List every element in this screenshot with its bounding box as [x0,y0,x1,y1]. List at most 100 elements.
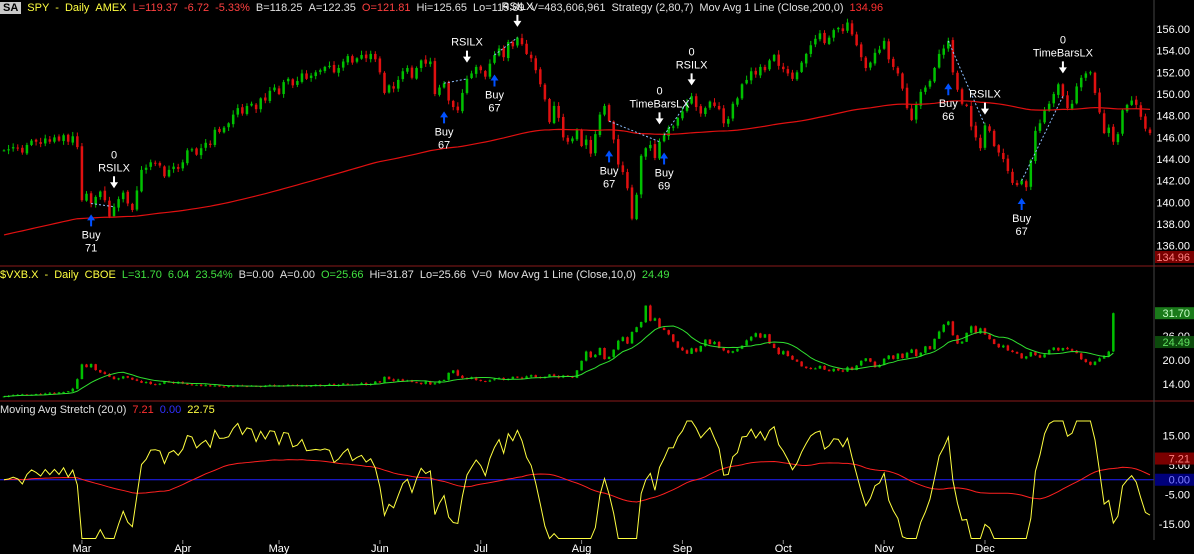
spy-candle [94,196,97,205]
vix-candle [158,383,162,385]
price-tick-label: 142.00 [1156,176,1190,188]
vix-candle [209,385,212,387]
spy-candle [465,78,469,93]
vix-candle [704,339,707,347]
spy-candle [346,56,350,63]
spy-candle [626,172,629,189]
spy-candle [99,191,102,197]
month-label: Mar [72,543,91,554]
spy-candle [351,56,354,63]
spy-candle [213,129,217,145]
spy-candle [1125,104,1129,112]
vix-candle [575,370,579,378]
vix-last: L=31.70 [121,269,162,281]
spy-candle [369,53,372,60]
vix-candle [754,333,758,337]
spy-candle [846,22,849,31]
exit-arrow-icon [110,176,119,189]
vix-candle [672,334,675,342]
vix-candle [837,368,840,371]
spy-candle [76,136,79,148]
vix-candle [1052,347,1055,350]
buy-label: Buy [600,165,619,177]
spy-candle [740,84,744,99]
vix-candle [974,326,978,334]
spy-candle [603,105,606,115]
vix-candle [218,385,221,387]
spy-candle [131,203,134,210]
spy-candle [639,155,643,195]
spy-candle [598,114,602,135]
spy-candle [410,67,414,78]
spy-candle [960,89,964,104]
price-volume: V=483,606,961 [530,2,606,14]
stretch-last-value: 0.00 [1169,475,1190,487]
vix-candle [832,368,835,372]
spy-candle [974,125,978,138]
buy-size: 67 [488,103,500,115]
price-tick-label: 152.00 [1156,67,1190,79]
vix-candle [149,381,152,384]
vix-ask: A=0.00 [279,269,315,281]
spy-candle [768,60,771,70]
spy-candle [447,82,450,101]
vix-candle [942,324,945,332]
spy-candle [383,72,386,93]
price-tick-label: 148.00 [1156,111,1190,123]
vix-candle [1057,347,1060,351]
vix-candle [341,383,345,385]
stretch-signal-line [3,459,1151,503]
spy-candle [855,34,858,46]
spy-candle [800,62,803,72]
spy-candle [1075,86,1078,104]
spy-candle [759,66,762,76]
vix-candle [89,364,93,368]
spy-candle [630,187,634,219]
spy-candle [474,66,478,74]
vix-ma-value: 24.49 [641,269,670,281]
stretch-value-3: 22.75 [187,404,215,416]
spy-candle [727,118,730,124]
spy-candle [997,145,1000,153]
spy-candle [1084,73,1088,78]
spy-candle [594,134,597,154]
buy-size: 67 [438,139,450,151]
month-label: Dec [975,543,995,554]
spy-candle [199,148,203,156]
spy-candle [1066,95,1069,109]
vix-candle [607,356,611,360]
vix-candle [782,351,785,355]
spy-candle [676,117,680,126]
vix-ma-label: Mov Avg 1 Line (Close,10,0) [497,269,636,281]
spy-candle [121,192,125,200]
vix-candle [1084,359,1088,362]
buy-size: 67 [603,178,615,190]
spy-candle [589,139,593,154]
vix-candle [447,372,450,380]
exit-label: RSILX [98,162,130,174]
spy-candle [172,166,175,170]
vix-candle [584,351,588,361]
buy-arrow-icon [490,74,499,87]
spy-candle [552,105,556,124]
spy-candle [988,126,991,131]
spy-candle [653,144,657,158]
price-low: Lo=119.89 [473,2,525,14]
price-ma-value: 134.96 [849,2,884,14]
spy-candle [140,169,143,192]
spy-candle [419,60,423,69]
spy-candle [804,53,808,64]
spy-candle [470,73,473,78]
spy-candle [112,206,116,217]
vix-candle [1020,353,1023,359]
buy-arrow-icon [944,83,953,96]
spy-candle [305,73,308,79]
vix-candle [451,370,455,373]
spy-candle [979,137,982,149]
vix-candle [988,334,991,340]
spy-candle [534,58,537,71]
vix-candle [231,386,235,388]
spy-candle [1061,84,1065,97]
vix-candle [594,354,597,358]
spy-candle [905,87,909,109]
